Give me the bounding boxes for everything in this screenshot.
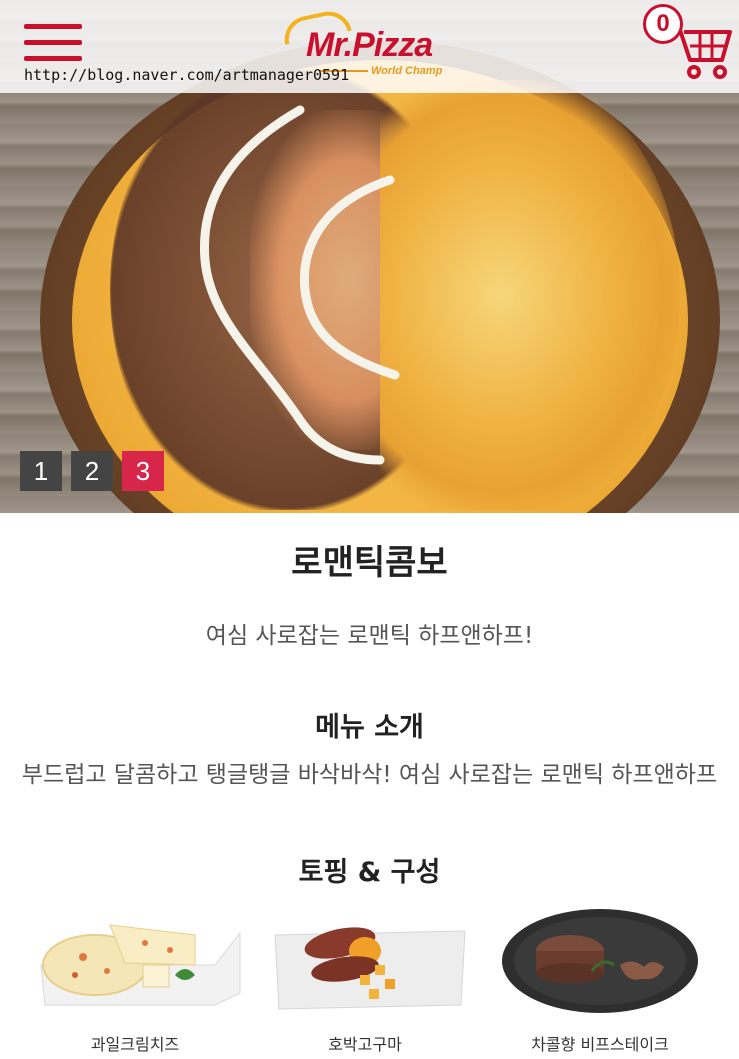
top-navigation-bar: Mr.Pizza World Champ 0 http://blog.naver…: [0, 0, 739, 93]
slider-page-1[interactable]: 1: [20, 451, 62, 491]
hamburger-menu-icon[interactable]: [24, 24, 82, 62]
cart-count-badge: 0: [643, 4, 683, 44]
topping-label: 차콜향 비프스테이크: [531, 1035, 669, 1054]
topping-label: 과일크림치즈: [90, 1035, 180, 1054]
slider-page-2[interactable]: 2: [71, 451, 113, 491]
topping-image-fruit-cream-cheese: [35, 905, 245, 1017]
topping-label: 호박고구마: [328, 1035, 402, 1054]
cheese-plate-icon: [40, 924, 241, 1006]
topping-image-sweet-potato: [265, 905, 475, 1017]
shopping-cart-button[interactable]: 0: [640, 2, 736, 86]
menu-intro-heading: 메뉴 소개: [315, 712, 424, 743]
logo-text: Mr.Pizza: [306, 26, 433, 64]
toppings-heading: 토핑 & 구성: [298, 857, 441, 888]
steak-plate-icon: [502, 909, 698, 1013]
product-tagline: 여심 사로잡는 로맨틱 하프앤하프!: [205, 623, 534, 649]
sweet-potato-plate-icon: [274, 927, 466, 1010]
blog-watermark: http://blog.naver.com/artmanager0591: [24, 66, 350, 84]
product-title: 로맨틱콤보: [291, 543, 448, 583]
logo-subtext: World Champ: [371, 65, 443, 77]
slider-page-3[interactable]: 3: [122, 451, 164, 491]
menu-intro-text: 부드럽고 달콤하고 탱글탱글 바삭바삭! 여심 사로잡는 로맨틱 하프앤하프: [21, 762, 718, 788]
topping-image-beef-steak: [500, 905, 710, 1017]
